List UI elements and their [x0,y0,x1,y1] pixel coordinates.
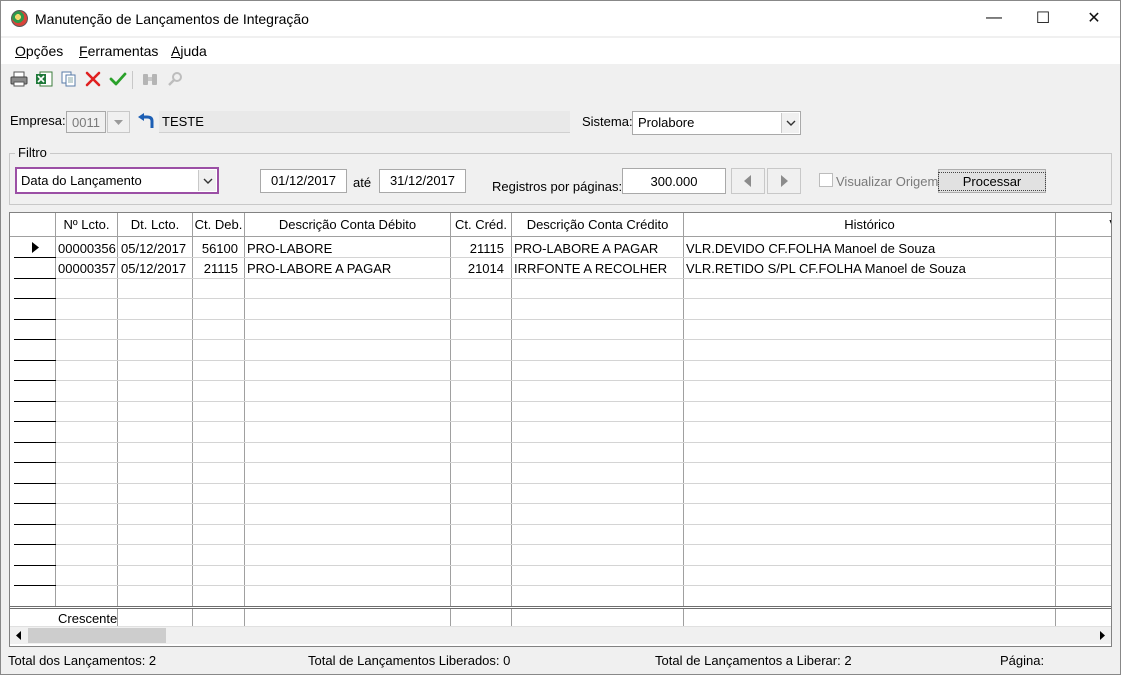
sistema-dropdown-arrow [781,113,799,133]
cell-num-lcto: 00000356 [58,240,116,256]
toolbar-separator [132,71,133,89]
scroll-left-button[interactable] [10,627,27,644]
cell-desc-cred: PRO-LABORE A PAGAR [514,240,659,256]
main-window: Manutenção de Lançamentos de Integração … [0,0,1121,675]
status-pagina: Página: [1000,653,1045,668]
empresa-code-field[interactable]: 0011 [66,111,106,133]
empresa-label: Empresa: [10,113,66,128]
search-icon [168,72,182,86]
cell-desc-deb: PRO-LABORE A PAGAR [247,260,392,276]
ate-label: até [353,175,372,190]
chevron-down-icon [114,119,123,125]
cell-num-lcto: 00000357 [58,260,116,276]
status-total: Total dos Lançamentos: 2 [8,653,157,668]
processar-button[interactable]: Processar [937,169,1047,193]
filter-field-dropdown-arrow [198,170,216,191]
date-from-input[interactable]: 01/12/2017 [260,169,347,193]
maximize-icon: ☐ [1035,10,1051,27]
processar-label: Processar [937,171,1047,191]
empresa-name-display: TESTE [159,111,570,133]
cell-dt-lcto: 05/12/2017 [121,240,187,256]
find-button[interactable] [140,69,160,89]
arrow-right-icon [1100,631,1105,640]
registros-label: Registros por páginas: [492,179,623,194]
window-title: Manutenção de Lançamentos de Integração [35,11,309,27]
empresa-dropdown-button[interactable] [107,111,130,133]
next-page-button[interactable] [767,168,801,194]
cell-ct-deb: 21115 [203,260,238,276]
copy-button[interactable] [59,69,79,89]
maximize-button[interactable]: ☐ [1020,1,1066,35]
menu-ajuda[interactable]: Ajuda [171,43,207,59]
cell-ct-cred: 21014 [467,260,504,276]
header-desc-cred[interactable]: Descrição Conta Crédito [512,213,684,237]
header-dt-lcto[interactable]: Dt. Lcto. [118,213,193,237]
confirm-icon [109,72,127,86]
registros-input[interactable]: 300.000 [622,168,726,194]
menu-ferramentas[interactable]: Ferramentas [79,43,158,59]
status-a-liberar: Total de Lançamentos a Liberar: 2 [655,653,852,668]
cell-desc-cred: IRRFONTE A RECOLHER [514,260,668,276]
cell-desc-deb: PRO-LABORE [247,240,333,256]
header-historico[interactable]: Histórico [684,213,1056,237]
cell-historico: VLR.RETIDO S/PL CF.FOLHA Manoel de Souza [686,260,966,276]
lancamentos-grid[interactable]: Nº Lcto. Dt. Lcto. Ct. Deb. Descrição Co… [9,212,1112,647]
scroll-right-button[interactable] [1094,627,1111,644]
scroll-thumb[interactable] [28,628,166,643]
search-button[interactable] [165,69,185,89]
app-logo-icon [11,10,28,27]
sistema-select[interactable]: Prolabore [632,111,801,135]
sistema-value: Prolabore [638,115,695,130]
sistema-label: Sistema: [582,114,633,129]
filter-field-value: Data do Lançamento [21,173,142,188]
header-v[interactable]: V [1056,213,1111,237]
menu-opcoes[interactable]: Opções [15,43,63,59]
cell-historico: VLR.DEVIDO CF.FOLHA Manoel de Souza [686,240,936,256]
current-row-indicator-icon [32,242,39,253]
excel-export-icon [36,71,53,87]
arrow-left-icon [16,631,21,640]
chevron-down-icon [786,120,795,126]
horizontal-scrollbar[interactable] [10,626,1111,644]
print-button[interactable] [9,69,29,89]
previous-page-button[interactable] [731,168,765,194]
delete-icon [85,71,101,87]
header-ct-cred[interactable]: Ct. Créd. [451,213,512,237]
print-icon [10,71,28,87]
binoculars-icon [143,74,157,85]
cell-dt-lcto: 05/12/2017 [121,260,187,276]
confirm-button[interactable] [108,69,128,89]
row-indicator-column [10,213,56,606]
arrow-right-icon [781,175,788,187]
close-icon: ✕ [1087,10,1101,27]
visualizar-origem-checkbox[interactable] [819,173,833,187]
copy-icon [61,71,76,87]
visualizar-origem-label: Visualizar Origem [836,174,939,189]
chevron-down-icon [203,178,212,184]
cell-ct-deb: 56100 [201,240,238,256]
filter-field-select[interactable]: Data do Lançamento [15,167,219,194]
status-liberados: Total de Lançamentos Liberados: 0 [308,653,511,668]
refresh-empresa-button[interactable] [136,111,158,133]
filtro-legend: Filtro [15,145,50,160]
menu-bar: Opções Ferramentas Ajuda [1,38,1120,64]
header-ct-deb[interactable]: Ct. Deb. [193,213,245,237]
delete-button[interactable] [83,69,103,89]
undo-icon [138,113,154,128]
toolbar [1,65,1120,93]
minimize-button[interactable]: — [971,1,1017,35]
date-to-input[interactable]: 31/12/2017 [379,169,466,193]
header-num-lcto[interactable]: Nº Lcto. [56,213,118,237]
close-button[interactable]: ✕ [1071,1,1117,35]
indicator-header [10,213,56,237]
cell-ct-cred: 21115 [469,240,504,256]
arrow-left-icon [744,175,751,187]
export-excel-button[interactable] [34,69,54,89]
sort-order-footer: Crescente [58,609,118,627]
minimize-icon: — [986,9,1002,26]
title-bar: Manutenção de Lançamentos de Integração … [1,1,1120,36]
header-desc-deb[interactable]: Descrição Conta Débito [245,213,451,237]
